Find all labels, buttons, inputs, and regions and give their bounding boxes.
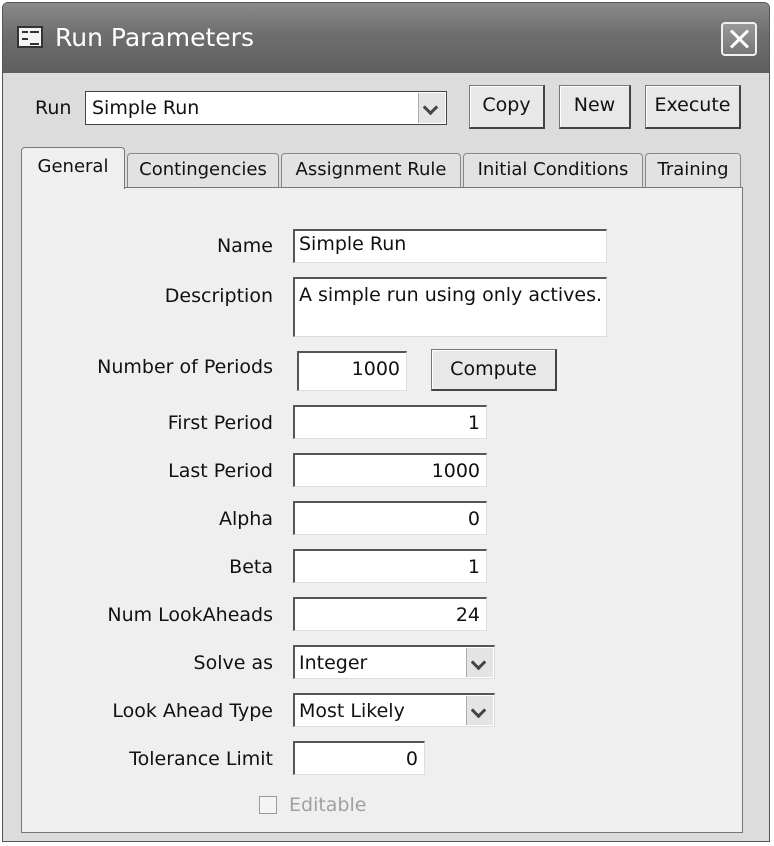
last-period-input[interactable]: 1000 <box>293 453 487 487</box>
chevron-down-icon[interactable] <box>418 93 445 123</box>
first-period-input[interactable]: 1 <box>293 405 487 439</box>
alpha-label: Alpha <box>218 508 273 530</box>
description-input[interactable]: A simple run using only actives. <box>293 277 607 337</box>
new-button[interactable]: New <box>559 85 631 129</box>
tab-assignment-rule[interactable]: Assignment Rule <box>281 153 461 187</box>
editable-checkbox[interactable] <box>259 796 277 814</box>
alpha-input[interactable]: 0 <box>293 501 487 535</box>
run-label: Run <box>35 97 72 119</box>
solve-as-label: Solve as <box>193 652 273 674</box>
solve-as-select[interactable]: Integer <box>293 645 495 679</box>
tab-initial-conditions[interactable]: Initial Conditions <box>463 153 643 187</box>
num-lookaheads-input[interactable]: 24 <box>293 597 487 631</box>
tolerance-limit-input[interactable]: 0 <box>293 741 425 775</box>
name-input[interactable]: Simple Run <box>293 229 607 263</box>
description-label: Description <box>164 285 273 307</box>
execute-button[interactable]: Execute <box>645 85 741 129</box>
compute-button[interactable]: Compute <box>431 349 557 391</box>
run-select-value: Simple Run <box>92 97 200 119</box>
tolerance-limit-label: Tolerance Limit <box>129 748 273 770</box>
window-title: Run Parameters <box>55 23 254 52</box>
title-bar[interactable]: Run Parameters <box>3 3 769 73</box>
first-period-label: First Period <box>167 412 273 434</box>
chevron-down-icon[interactable] <box>466 696 493 725</box>
editable-label: Editable <box>289 794 367 816</box>
name-label: Name <box>216 235 273 257</box>
run-parameters-window: Run Parameters Run Simple Run Copy New E… <box>2 2 770 842</box>
number-of-periods-input[interactable]: 1000 <box>297 351 407 391</box>
beta-input[interactable]: 1 <box>293 549 487 583</box>
look-ahead-type-value: Most Likely <box>299 700 405 722</box>
last-period-label: Last Period <box>168 460 273 482</box>
look-ahead-type-select[interactable]: Most Likely <box>293 693 495 727</box>
copy-button[interactable]: Copy <box>469 85 545 129</box>
tab-contingencies[interactable]: Contingencies <box>127 153 279 187</box>
num-lookaheads-label: Num LookAheads <box>107 604 273 626</box>
close-button[interactable] <box>721 22 757 56</box>
look-ahead-type-label: Look Ahead Type <box>112 700 273 722</box>
tab-general[interactable]: General <box>21 147 125 189</box>
beta-label: Beta <box>229 556 273 578</box>
tab-training[interactable]: Training <box>645 153 741 187</box>
run-select[interactable]: Simple Run <box>85 91 447 125</box>
solve-as-value: Integer <box>299 652 368 674</box>
number-of-periods-label: Number of Periods <box>97 356 273 378</box>
form-icon <box>17 26 43 48</box>
chevron-down-icon[interactable] <box>466 648 493 677</box>
